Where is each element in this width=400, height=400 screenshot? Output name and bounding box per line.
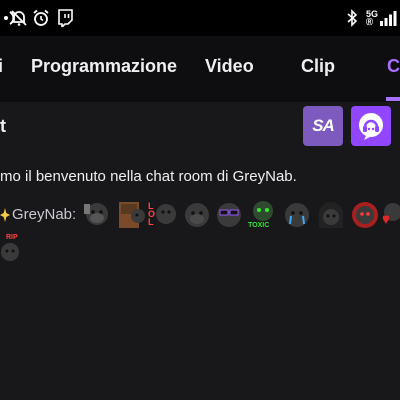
lol-emote-text: LOL bbox=[148, 201, 156, 227]
alarm-icon bbox=[31, 8, 51, 28]
tab-programmazione[interactable]: Programmazione bbox=[31, 56, 177, 77]
gorilla-emote[interactable] bbox=[82, 200, 112, 230]
twitch-icon bbox=[56, 8, 74, 28]
active-tab-indicator bbox=[386, 97, 400, 101]
tab-chat[interactable]: C bbox=[387, 56, 400, 77]
sparkle-badge-icon bbox=[0, 207, 10, 222]
channel-tab-bar: i Programmazione Video Clip C bbox=[0, 36, 400, 102]
chat-separator: : bbox=[72, 206, 77, 223]
network-type: 5G bbox=[366, 9, 379, 19]
extension-badge-sa[interactable]: SA bbox=[303, 106, 343, 146]
gorilla-rip-emote[interactable]: RIP bbox=[0, 234, 22, 264]
tab-video[interactable]: Video bbox=[205, 56, 254, 77]
lol-emote[interactable]: LOL bbox=[148, 200, 178, 230]
chat-header: t SA bbox=[0, 102, 400, 152]
chat-username[interactable]: GreyNab bbox=[12, 206, 72, 223]
tab-info[interactable]: i bbox=[0, 56, 3, 77]
gorilla-heart-emote[interactable] bbox=[381, 200, 400, 230]
rip-emote-text: RIP bbox=[6, 234, 18, 241]
status-bar: 5G Ⓡ bbox=[0, 0, 400, 36]
chat-message-author[interactable]: GreyNab : bbox=[0, 206, 76, 223]
tab-clip[interactable]: Clip bbox=[301, 56, 335, 77]
gorilla-hood-emote[interactable] bbox=[316, 200, 346, 230]
toxic-emote[interactable]: TOXIC bbox=[248, 200, 278, 230]
gorilla-glasses-emote[interactable] bbox=[214, 200, 244, 230]
bell-muted-icon bbox=[8, 8, 30, 28]
gorilla-cry-emote[interactable] bbox=[282, 200, 312, 230]
signal-icon bbox=[378, 8, 398, 28]
gorilla-door-emote[interactable] bbox=[116, 200, 146, 230]
chat-header-title: t bbox=[0, 116, 6, 136]
extension-badge-chat[interactable] bbox=[351, 106, 391, 146]
extension-badge-label: SA bbox=[312, 116, 335, 135]
chat-room: mo il benvenuto nella chat room di GreyN… bbox=[0, 152, 400, 400]
bluetooth-icon bbox=[345, 8, 359, 28]
gorilla-rage-emote[interactable] bbox=[350, 200, 380, 230]
headset-bubble-icon bbox=[359, 113, 383, 140]
gorilla-emote[interactable] bbox=[182, 200, 212, 230]
toxic-emote-text: TOXIC bbox=[248, 222, 270, 229]
network-sub: Ⓡ bbox=[366, 19, 373, 26]
welcome-message: mo il benvenuto nella chat room di GreyN… bbox=[0, 168, 297, 185]
